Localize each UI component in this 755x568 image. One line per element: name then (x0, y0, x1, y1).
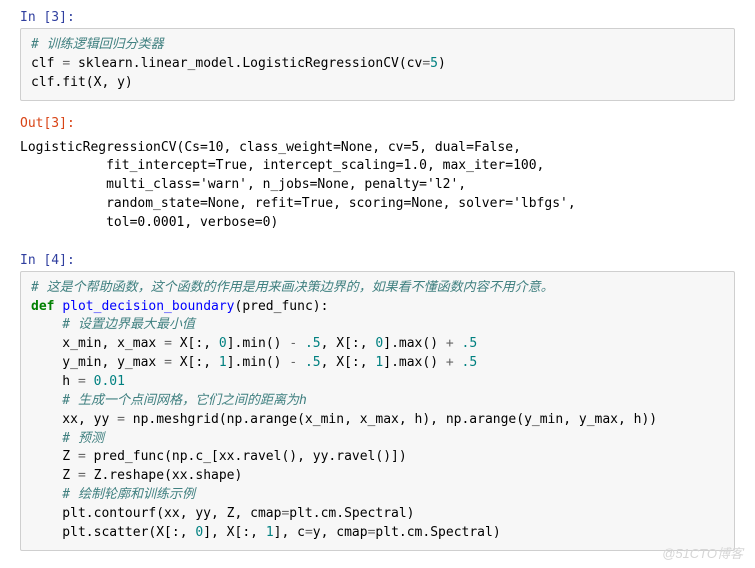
code-text (454, 336, 462, 351)
cell-out-3: Out[3]: LogisticRegressionCV(Cs=10, clas… (20, 116, 735, 238)
code-text: x_min, x_max (31, 336, 164, 351)
op: = (305, 525, 313, 540)
code-text: np.meshgrid(np.arange(x_min, x_max, h), … (125, 412, 657, 427)
code-area-4[interactable]: # 这是个帮助函数，这个函数的作用是用来画决策边界的，如果看不懂函数内容不用介意… (20, 271, 735, 551)
code-text: sklearn.linear_model.LogisticRegressionC… (70, 56, 422, 71)
code-text: , X[:, (321, 355, 376, 370)
code-text: clf (31, 56, 62, 71)
code-text (297, 336, 305, 351)
code-text: X[:, (172, 355, 219, 370)
code-text: ].max() (383, 336, 446, 351)
prompt-out-3: Out[3]: (20, 116, 735, 131)
number: .5 (305, 355, 321, 370)
comment: # 这是个帮助函数，这个函数的作用是用来画决策边界的，如果看不懂函数内容不用介意… (31, 280, 554, 295)
code-text: y_min, y_max (31, 355, 164, 370)
number: 5 (430, 56, 438, 71)
comment: # 设置边界最大最小值 (31, 317, 195, 332)
code-text: Z (31, 468, 78, 483)
watermark: @51CTO博客 (662, 543, 743, 562)
output-area-3: LogisticRegressionCV(Cs=10, class_weight… (20, 134, 735, 238)
prompt-in-3: In [3]: (20, 10, 735, 25)
code-text: ) (438, 56, 446, 71)
op: = (422, 56, 430, 71)
op: = (164, 355, 172, 370)
code-text: y, cmap (313, 525, 368, 540)
code-text: plt.cm.Spectral) (375, 525, 500, 540)
code-text: Z (31, 449, 78, 464)
number: .5 (462, 355, 478, 370)
func-name: plot_decision_boundary (62, 299, 234, 314)
prompt-in-4: In [4]: (20, 253, 735, 268)
cell-in-4: In [4]: # 这是个帮助函数，这个函数的作用是用来画决策边界的，如果看不懂… (20, 253, 735, 551)
number: 1 (219, 355, 227, 370)
op: = (164, 336, 172, 351)
code-text: Z.reshape(xx.shape) (86, 468, 243, 483)
op: - (289, 355, 297, 370)
code-text: ].max() (383, 355, 446, 370)
code-text: pred_func(np.c_[xx.ravel(), yy.ravel()]) (86, 449, 407, 464)
code-text: X[:, (172, 336, 219, 351)
op: = (78, 449, 86, 464)
comment: # 生成一个点间网格，它们之间的距离为h (31, 393, 307, 408)
op: = (78, 468, 86, 483)
code-text: xx, yy (31, 412, 117, 427)
number: 1 (266, 525, 274, 540)
cell-in-3: In [3]: # 训练逻辑回归分类器 clf = sklearn.linear… (20, 10, 735, 101)
number: 0.01 (94, 374, 125, 389)
number: 0 (219, 336, 227, 351)
code-text: h (31, 374, 78, 389)
code-text: ].min() (227, 355, 290, 370)
op: = (62, 56, 70, 71)
keyword-def: def (31, 299, 54, 314)
code-text: (pred_func): (235, 299, 329, 314)
number: .5 (305, 336, 321, 351)
code-text: plt.cm.Spectral) (289, 506, 414, 521)
code-text: ].min() (227, 336, 290, 351)
number: .5 (462, 336, 478, 351)
op: = (117, 412, 125, 427)
op: - (289, 336, 297, 351)
code-text: plt.contourf(xx, yy, Z, cmap (31, 506, 281, 521)
code-text: clf.fit(X, y) (31, 75, 133, 90)
code-text: ], X[:, (203, 525, 266, 540)
code-text: ], c (274, 525, 305, 540)
code-text (297, 355, 305, 370)
comment: # 绘制轮廓和训练示例 (31, 487, 195, 502)
code-text (86, 374, 94, 389)
op: + (446, 336, 454, 351)
comment: # 预测 (31, 431, 104, 446)
code-text (454, 355, 462, 370)
code-area-3[interactable]: # 训练逻辑回归分类器 clf = sklearn.linear_model.L… (20, 28, 735, 101)
code-text: , X[:, (321, 336, 376, 351)
op: = (78, 374, 86, 389)
comment: # 训练逻辑回归分类器 (31, 37, 164, 52)
code-text: plt.scatter(X[:, (31, 525, 195, 540)
op: + (446, 355, 454, 370)
